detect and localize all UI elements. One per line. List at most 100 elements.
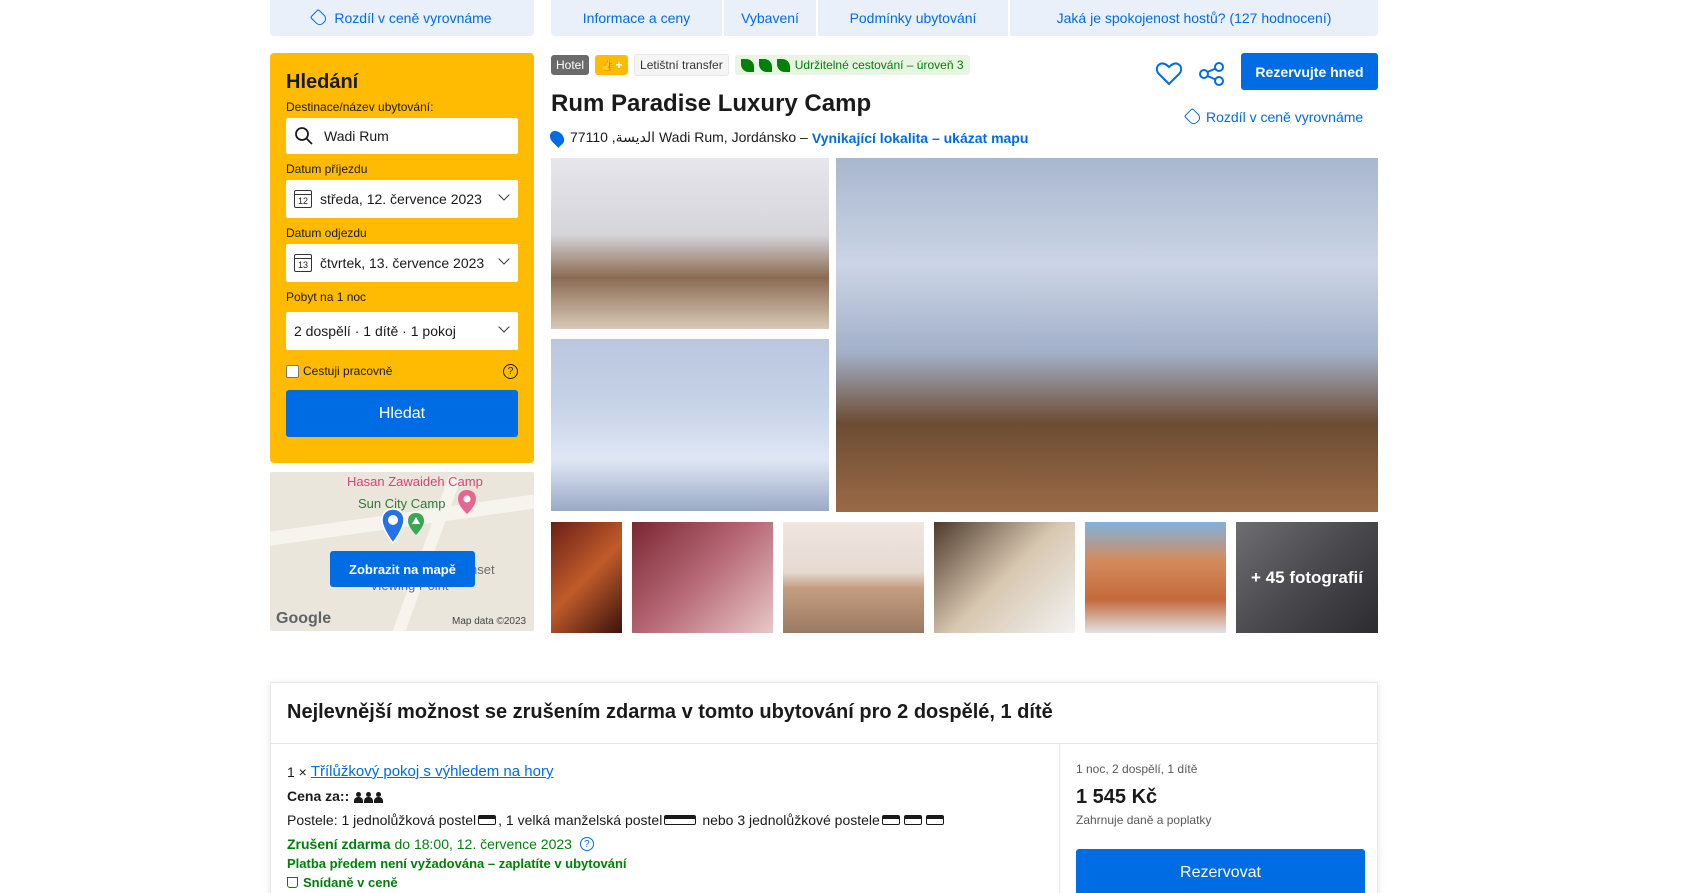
- occupancy-icon: [354, 788, 384, 804]
- share-icon[interactable]: [1198, 62, 1226, 86]
- location-pin-icon: [547, 127, 567, 148]
- map-marker-icon: [408, 513, 424, 535]
- heart-icon[interactable]: [1156, 62, 1182, 86]
- property-badges: Hotel 👍+ Letištní transfer Udržitelné ce…: [551, 54, 970, 76]
- reserve-button[interactable]: Rezervovat: [1076, 849, 1365, 893]
- single-bed-icon: [881, 815, 900, 825]
- breakfast-label: Snídaně v ceně: [303, 875, 398, 890]
- photo-room-1[interactable]: [551, 158, 829, 329]
- beds-row: Postele: 1 jednolůžková postel , 1 velká…: [287, 812, 946, 828]
- room-qty: 1 ×: [287, 763, 307, 780]
- tab-info-prices[interactable]: Informace a ceny: [551, 0, 722, 36]
- more-photos-label: + 45 fotografií: [1251, 567, 1363, 587]
- prepay-text: Platba předem není vyžadována – zaplatít…: [287, 856, 627, 871]
- price-match-tab[interactable]: Rozdíl v ceně vyrovnáme: [270, 0, 534, 36]
- room-row: 1 × Třílůžkový pokoj s výhledem na hory: [287, 763, 946, 780]
- property-pin-icon: [381, 508, 405, 544]
- photo-thumb-more[interactable]: + 45 fotografií: [1236, 522, 1378, 633]
- search-title: Hledání: [286, 71, 359, 93]
- cheapest-offer-card: Nejlevnější možnost se zrušením zdarma v…: [270, 682, 1378, 893]
- price-for-row: Cena za::: [287, 788, 946, 804]
- double-bed-icon: [664, 815, 697, 825]
- price-for-label: Cena za::: [287, 788, 350, 804]
- guests-field[interactable]: 2 dospělí · 1 dítě · 1 pokoj: [286, 312, 518, 350]
- search-button[interactable]: Hledat: [286, 390, 518, 437]
- checkin-value: středa, 12. července 2023: [320, 191, 482, 207]
- price-match-text: Rozdíl v ceně vyrovnáme: [1206, 109, 1364, 125]
- chevron-down-icon: [498, 189, 510, 201]
- beds-text-c: nebo 3 jednolůžkové postele: [702, 812, 880, 828]
- destination-value: Wadi Rum: [324, 128, 389, 144]
- checkin-field[interactable]: 12 středa, 12. července 2023: [286, 180, 518, 218]
- badge-sustainable[interactable]: Udržitelné cestování – úroveň 3: [734, 55, 970, 75]
- badge-sustainable-label: Udržitelné cestování – úroveň 3: [794, 58, 964, 72]
- cancellation-deadline: do 18:00, 12. července 2023: [394, 836, 572, 852]
- photo-thumb[interactable]: [934, 522, 1075, 633]
- beds-text-b: , 1 velká manželská postel: [498, 812, 663, 828]
- property-title: Rum Paradise Luxury Camp: [551, 90, 872, 117]
- map-copyright: Map data ©2023: [452, 616, 527, 627]
- map-label-camp: Hasan Zawaideh Camp: [347, 474, 483, 489]
- calendar-icon: 13: [294, 254, 312, 272]
- chevron-down-icon: [498, 253, 510, 265]
- leaf-icon: [740, 58, 754, 72]
- photo-thumb[interactable]: [551, 522, 622, 633]
- search-panel: Hledání Destinace/název ubytování: Wadi …: [270, 53, 534, 463]
- tag-icon: [310, 8, 329, 28]
- map-marker-icon: [458, 490, 476, 514]
- stay-length-label: Pobyt na 1 noc: [286, 290, 367, 304]
- photo-thumb[interactable]: [632, 522, 773, 633]
- info-icon[interactable]: ?: [579, 837, 594, 851]
- breakfast-row: Snídaně v ceně: [287, 875, 946, 890]
- single-bed-icon: [925, 815, 944, 825]
- photo-room-2[interactable]: [551, 339, 829, 511]
- calendar-icon: 12: [294, 190, 312, 208]
- taxes-note: Zahrnuje daně a poplatky: [1076, 813, 1212, 827]
- offer-price-box: 1 noc, 2 dospělí, 1 dítě 1 545 Kč Zahrnu…: [1059, 744, 1379, 893]
- offer-price: 1 545 Kč: [1076, 786, 1158, 808]
- room-link[interactable]: Třílůžkový pokoj s výhledem na hory: [311, 763, 554, 780]
- reserve-now-button[interactable]: Rezervujte hned: [1241, 53, 1378, 90]
- section-tabs: Informace a ceny Vybavení Podmínky ubyto…: [551, 0, 1378, 36]
- tab-reviews[interactable]: Jaká je spokojenost hostů? (127 hodnocen…: [1010, 0, 1378, 36]
- badge-airport-transfer: Letištní transfer: [634, 54, 729, 76]
- tab-house-rules[interactable]: Podmínky ubytování: [818, 0, 1008, 36]
- google-logo: Google: [276, 610, 332, 627]
- tag-icon: [1183, 107, 1203, 127]
- badge-hotel: Hotel: [551, 55, 590, 75]
- map-preview[interactable]: Hasan Zawaideh Camp Sun City Camp nset V…: [270, 472, 534, 631]
- leaf-icon: [758, 58, 772, 72]
- destination-label: Destinace/název ubytování:: [286, 100, 434, 114]
- chevron-down-icon: [498, 321, 510, 333]
- property-address: 77110 ,الديسة Wadi Rum, Jordánsko – Vyni…: [547, 127, 1029, 148]
- checkout-value: čtvrtek, 13. července 2023: [320, 255, 485, 271]
- checkout-field[interactable]: 13 čtvrtek, 13. července 2023: [286, 244, 518, 282]
- single-bed-icon: [478, 815, 497, 825]
- stay-summary: 1 noc, 2 dospělí, 1 dítě: [1076, 762, 1198, 776]
- show-map-link[interactable]: Vynikající lokalita – ukázat mapu: [812, 130, 1029, 146]
- business-travel-row: Cestuji pracovně ?: [286, 363, 518, 379]
- destination-input[interactable]: Wadi Rum: [286, 118, 518, 154]
- leaf-icon: [776, 58, 790, 72]
- single-bed-icon: [903, 815, 922, 825]
- coffee-cup-icon: [287, 877, 298, 888]
- thumbs-up-icon: 👍+: [595, 55, 629, 75]
- price-match-link[interactable]: Rozdíl v ceně vyrovnáme: [1183, 107, 1364, 127]
- beds-text-a: Postele: 1 jednolůžková postel: [287, 812, 477, 828]
- help-icon[interactable]: ?: [503, 363, 518, 379]
- search-icon: [295, 127, 313, 145]
- cancellation-row: Zrušení zdarma do 18:00, 12. července 20…: [287, 836, 946, 852]
- business-travel-label: Cestuji pracovně: [303, 364, 393, 378]
- show-on-map-button[interactable]: Zobrazit na mapě: [330, 551, 475, 587]
- checkin-label: Datum příjezdu: [286, 162, 368, 176]
- business-travel-checkbox[interactable]: [286, 364, 299, 378]
- photo-main[interactable]: [836, 158, 1378, 512]
- photo-thumb[interactable]: [783, 522, 924, 633]
- photo-thumb[interactable]: [1085, 522, 1226, 633]
- offer-details: 1 × Třílůžkový pokoj s výhledem na hory …: [287, 763, 946, 893]
- price-match-label: Rozdíl v ceně vyrovnáme: [334, 10, 492, 26]
- tab-facilities[interactable]: Vybavení: [724, 0, 816, 36]
- guests-value: 2 dospělí · 1 dítě · 1 pokoj: [294, 323, 456, 339]
- offer-heading: Nejlevnější možnost se zrušením zdarma v…: [271, 683, 1377, 744]
- checkout-label: Datum odjezdu: [286, 226, 367, 240]
